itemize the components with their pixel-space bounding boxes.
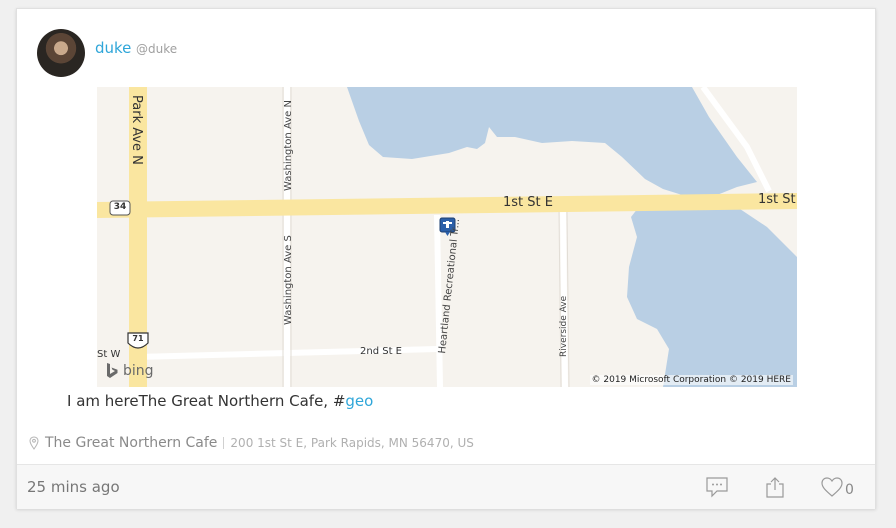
label-1st-st-e: 1st St E — [503, 195, 553, 210]
like-count: 0 — [845, 482, 854, 498]
bing-wordmark: bing — [123, 363, 154, 379]
user-handle: @duke — [136, 42, 178, 56]
label-washington-n: Washington Ave N — [283, 100, 294, 191]
hashtag-link[interactable]: geo — [345, 392, 373, 410]
post-text: I am hereThe Great Northern Cafe, #geo — [67, 392, 373, 410]
label-highway-34: 34 — [113, 202, 127, 212]
share-button[interactable] — [765, 475, 785, 499]
map-copyright: © 2019 Microsoft Corporation © 2019 HERE — [589, 375, 793, 385]
label-st-w: St W — [97, 349, 121, 360]
label-washington-s: Washington Ave S — [283, 235, 294, 325]
location-row[interactable]: The Great Northern Cafe 200 1st St E, Pa… — [29, 435, 474, 451]
avatar[interactable] — [37, 29, 85, 77]
bing-logo[interactable]: bing — [105, 363, 154, 379]
label-park-ave: Park Ave N — [129, 95, 144, 165]
username-link[interactable]: duke — [95, 39, 131, 57]
label-1st-st: 1st St — [758, 192, 796, 207]
label-riverside: Riverside Ave — [559, 295, 569, 357]
post-card: duke @duke Park Ave N Washington Ave N W… — [16, 8, 876, 509]
place-name[interactable]: The Great Northern Cafe — [45, 435, 217, 451]
bing-icon — [107, 363, 118, 378]
label-2nd-st-e: 2nd St E — [360, 346, 402, 357]
label-highway-71: 71 — [132, 334, 144, 343]
place-address: 200 1st St E, Park Rapids, MN 56470, US — [230, 436, 474, 450]
like-button[interactable]: 0 — [820, 475, 854, 499]
post-body-text: I am hereThe Great Northern Cafe, # — [67, 392, 346, 410]
post-footer: 25 mins ago 0 — [17, 464, 875, 509]
location-divider — [223, 437, 225, 449]
timestamp[interactable]: 25 mins ago — [27, 478, 120, 496]
heart-icon — [821, 477, 843, 497]
share-icon — [766, 477, 784, 498]
map-embed[interactable]: Park Ave N Washington Ave N Washington A… — [97, 87, 797, 387]
comment-button[interactable] — [705, 475, 729, 499]
map-pin-icon — [29, 436, 39, 450]
comment-icon — [706, 477, 728, 498]
